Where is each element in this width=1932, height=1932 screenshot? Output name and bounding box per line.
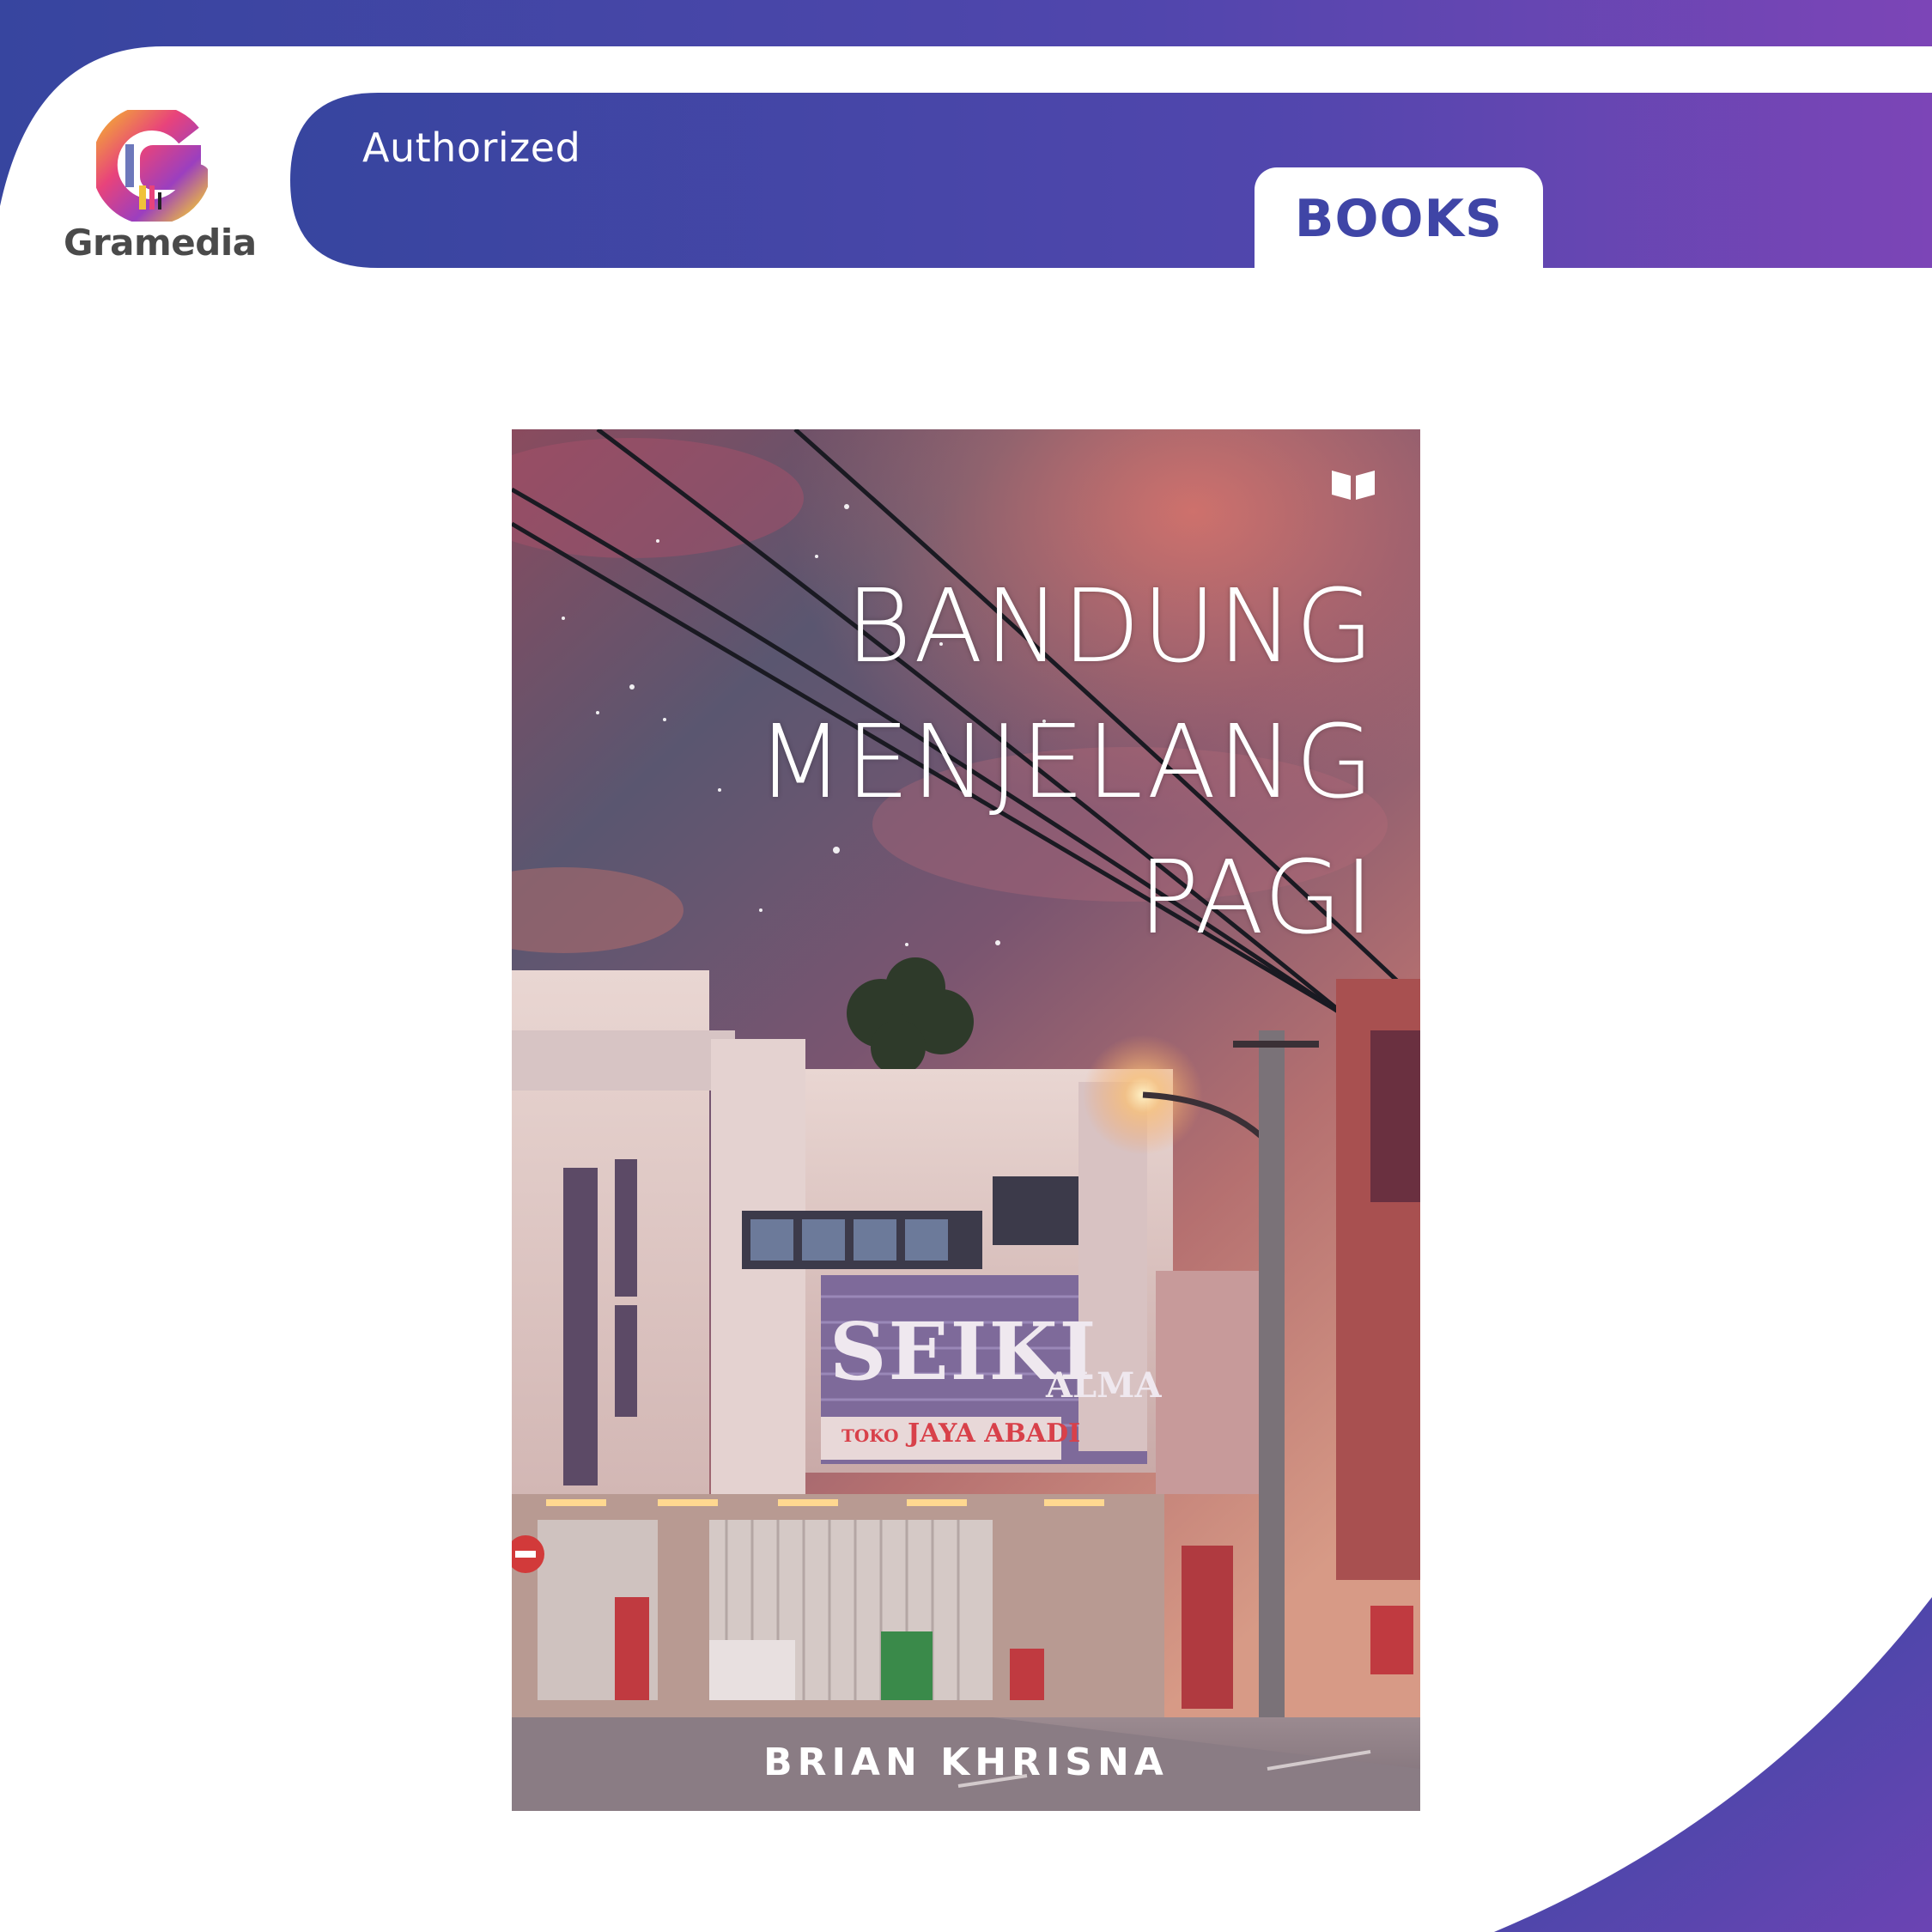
- brand-name: Gramedia: [64, 222, 257, 264]
- gramedia-logo-icon: [96, 110, 208, 222]
- authorized-badge: Authorized: [362, 125, 581, 171]
- sign-alma: ALMA: [1046, 1365, 1162, 1406]
- book-title-line-1: BANDUNG: [845, 567, 1376, 685]
- sign-toko-prefix: TOKO: [841, 1425, 899, 1446]
- sign-toko-name: JAYA ABADI: [908, 1419, 1081, 1449]
- tab-books[interactable]: BOOKS: [1255, 167, 1543, 270]
- book-title-line-3: PAGI: [1138, 838, 1376, 957]
- sign-toko: TOKO JAYA ABADI: [841, 1419, 1080, 1449]
- book-title: BANDUNG MENJELANG PAGI: [756, 558, 1376, 965]
- book-cover: SEIKI ALMA TOKO JAYA ABADI BANDUNG MENJE…: [512, 429, 1420, 1811]
- book-author: BRIAN KHRISNA: [763, 1741, 1169, 1784]
- tab-books-label: BOOKS: [1294, 189, 1504, 249]
- book-title-line-2: MENJELANG: [756, 702, 1376, 821]
